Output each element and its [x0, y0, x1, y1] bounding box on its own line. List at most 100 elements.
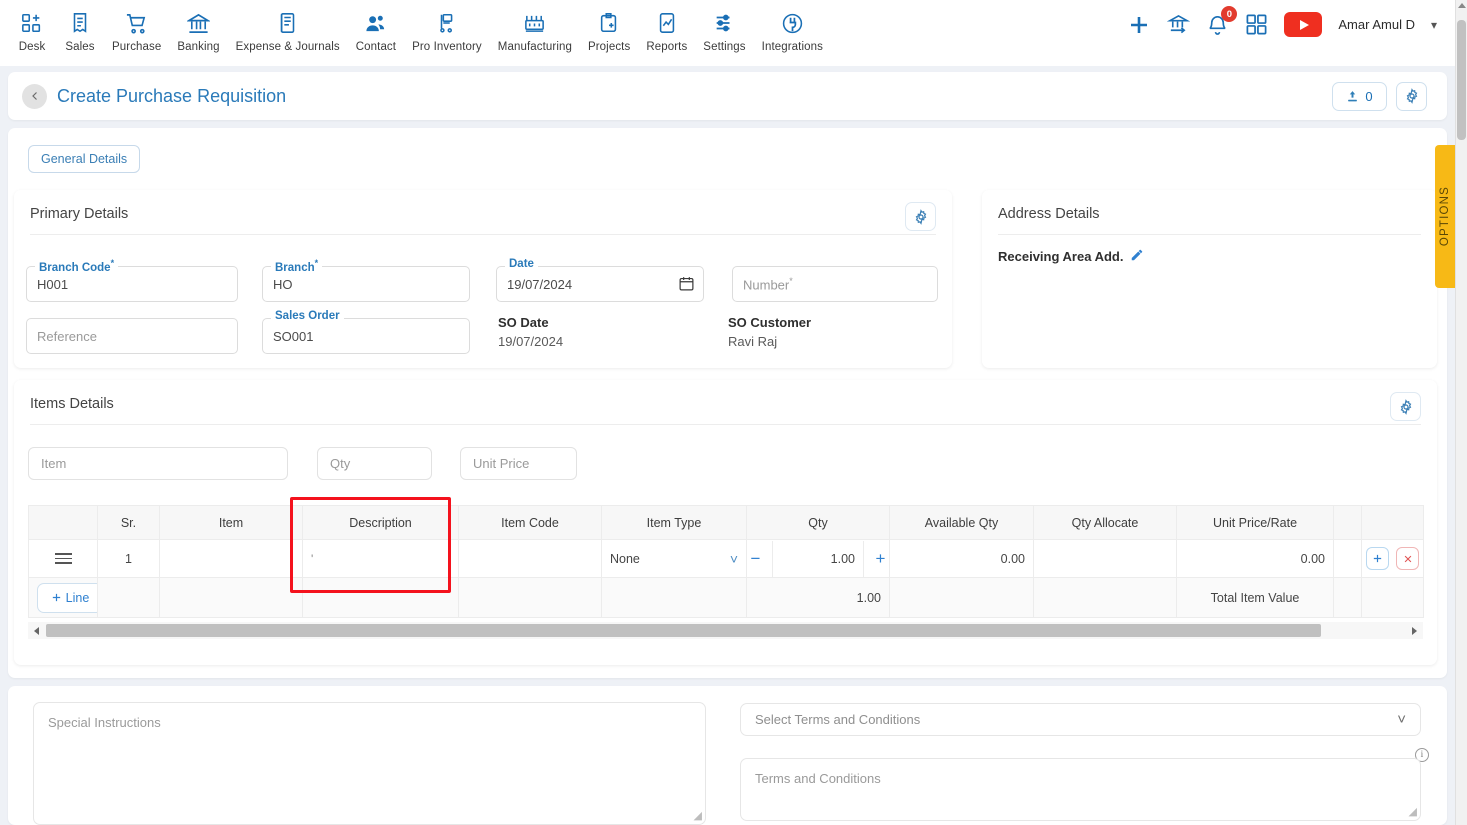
branch-code-field[interactable]: Branch Code* H001: [26, 258, 238, 302]
nav-label: Pro Inventory: [412, 41, 482, 53]
unit-price-search-placeholder: Unit Price: [473, 456, 530, 471]
date-input[interactable]: 19/07/2024: [496, 266, 704, 302]
sales-receipt-icon: [69, 10, 91, 36]
nav-item-integrations[interactable]: Integrations: [754, 8, 831, 53]
nav-item-expense-journals[interactable]: Expense & Journals: [228, 8, 348, 53]
reference-input[interactable]: Reference: [26, 318, 238, 354]
date-field[interactable]: Date 19/07/2024: [496, 258, 704, 302]
item-search-input[interactable]: Item: [28, 447, 288, 480]
totals-qty-allocate: [1033, 577, 1177, 618]
contact-people-icon: [364, 10, 387, 36]
nav-label: Integrations: [761, 41, 823, 53]
item-type-select[interactable]: None ˅: [610, 551, 738, 567]
th-qty-allocate: Qty Allocate: [1033, 505, 1177, 540]
chevron-down-icon[interactable]: ˅: [730, 551, 738, 567]
nav-label: Projects: [587, 41, 631, 53]
reports-chart-icon: [656, 10, 678, 36]
attachment-count: 0: [1365, 88, 1373, 104]
chevron-down-icon[interactable]: ▾: [1431, 18, 1437, 32]
nav-item-projects[interactable]: Projects: [580, 8, 638, 53]
row-sr: 1: [97, 539, 160, 578]
row-item-code[interactable]: [458, 539, 602, 578]
th-qty: Qty: [746, 505, 890, 540]
tab-general-details[interactable]: General Details: [28, 145, 141, 173]
nav-item-sales[interactable]: Sales: [56, 8, 104, 53]
page-scrollbar-thumb[interactable]: [1457, 20, 1466, 140]
number-input[interactable]: Number*: [732, 266, 938, 302]
hscrollbar-thumb[interactable]: [46, 624, 1321, 637]
table-header-row: Sr. Item Description Item Code Item Type…: [28, 505, 1424, 540]
branch-field[interactable]: Branch* HO: [262, 258, 470, 302]
nav-item-desk[interactable]: Desk: [8, 8, 56, 53]
row-unit-price-rate[interactable]: 0.00: [1176, 539, 1334, 578]
row-item-type[interactable]: None ˅: [601, 539, 747, 578]
qty-search-input[interactable]: Qty: [317, 447, 432, 480]
totals-description: [302, 577, 459, 618]
divider: [998, 234, 1421, 235]
nav-item-purchase[interactable]: Purchase: [104, 8, 169, 53]
bank-transfer-icon[interactable]: [1167, 13, 1191, 36]
number-field[interactable]: Number*: [732, 266, 938, 302]
th-actions: [1361, 505, 1424, 540]
so-customer-readonly: SO Customer Ravi Raj: [728, 315, 811, 349]
add-row-button[interactable]: [1366, 547, 1389, 570]
items-table: Sr. Item Description Item Code Item Type…: [28, 505, 1424, 618]
scroll-up-arrow-icon[interactable]: [1458, 3, 1466, 8]
delete-row-button[interactable]: [1396, 547, 1419, 570]
nav-item-banking[interactable]: Banking: [169, 8, 227, 53]
table-totals-row: Line 1.00 Total Item Value: [28, 577, 1424, 618]
totals-partial: [1333, 577, 1362, 618]
notifications-button[interactable]: 0: [1206, 6, 1238, 36]
items-table-horizontal-scrollbar[interactable]: [28, 622, 1423, 639]
items-details-settings-button[interactable]: [1390, 392, 1421, 421]
special-instructions-textarea[interactable]: Special Instructions ◢: [33, 702, 706, 825]
row-description[interactable]: ': [302, 539, 459, 578]
add-new-button[interactable]: [1127, 13, 1151, 37]
th-unit-price-rate: Unit Price/Rate: [1176, 505, 1334, 540]
nav-item-contact[interactable]: Contact: [348, 8, 404, 53]
row-drag-cell[interactable]: [28, 539, 98, 578]
nav-item-manufacturing[interactable]: Manufacturing: [490, 8, 580, 53]
address-details-heading: Address Details: [998, 206, 1100, 222]
resize-handle-icon[interactable]: ◢: [694, 809, 702, 822]
qty-value[interactable]: 1.00: [773, 552, 863, 566]
qty-decrement-button[interactable]: −: [739, 540, 773, 577]
apps-grid-icon[interactable]: [1245, 13, 1268, 36]
quantity-stepper[interactable]: − 1.00 +: [739, 540, 897, 577]
reference-field[interactable]: Reference: [26, 318, 238, 354]
unit-price-search-input[interactable]: Unit Price: [460, 447, 577, 480]
row-qty-allocate[interactable]: [1033, 539, 1177, 578]
primary-details-settings-button[interactable]: [905, 202, 936, 231]
receiving-area-address-row: Receiving Area Add.: [998, 248, 1144, 265]
select-terms-placeholder: Select Terms and Conditions: [755, 712, 921, 727]
nav-item-pro-inventory[interactable]: Pro Inventory: [404, 8, 490, 53]
page-scrollbar[interactable]: [1455, 0, 1467, 825]
options-side-tab[interactable]: OPTIONS: [1435, 145, 1455, 288]
terms-and-conditions-textarea[interactable]: Terms and Conditions ◢: [740, 758, 1421, 821]
page-settings-button[interactable]: [1396, 81, 1427, 111]
row-qty[interactable]: − 1.00 +: [746, 539, 890, 578]
sales-order-input[interactable]: SO001: [262, 318, 470, 354]
caret-right-icon[interactable]: [1412, 627, 1417, 635]
youtube-icon[interactable]: [1284, 12, 1323, 37]
pencil-icon[interactable]: [1130, 248, 1144, 265]
caret-left-icon[interactable]: [34, 627, 39, 635]
row-item[interactable]: [159, 539, 303, 578]
top-navigation-bar: Desk Sales Purchase Banking Expense & Jo…: [0, 0, 1455, 66]
back-button[interactable]: [22, 83, 47, 109]
receiving-area-label: Receiving Area Add.: [998, 249, 1124, 264]
qty-increment-button[interactable]: +: [863, 540, 897, 577]
items-details-heading: Items Details: [30, 396, 114, 412]
hamburger-icon[interactable]: [37, 553, 89, 564]
nav-item-settings[interactable]: Settings: [695, 8, 753, 53]
resize-handle-icon[interactable]: ◢: [1409, 805, 1417, 818]
sales-order-field[interactable]: Sales Order SO001: [262, 310, 470, 354]
select-terms-dropdown[interactable]: Select Terms and Conditions ˅: [740, 703, 1421, 736]
nav-item-reports[interactable]: Reports: [638, 8, 695, 53]
projects-clipboard-icon: [598, 10, 620, 36]
attachments-button[interactable]: 0: [1332, 81, 1387, 111]
chevron-down-icon[interactable]: ˅: [1397, 711, 1406, 728]
add-line-button[interactable]: Line: [37, 582, 103, 613]
totals-item: [159, 577, 303, 618]
terms-placeholder: Terms and Conditions: [755, 771, 881, 786]
